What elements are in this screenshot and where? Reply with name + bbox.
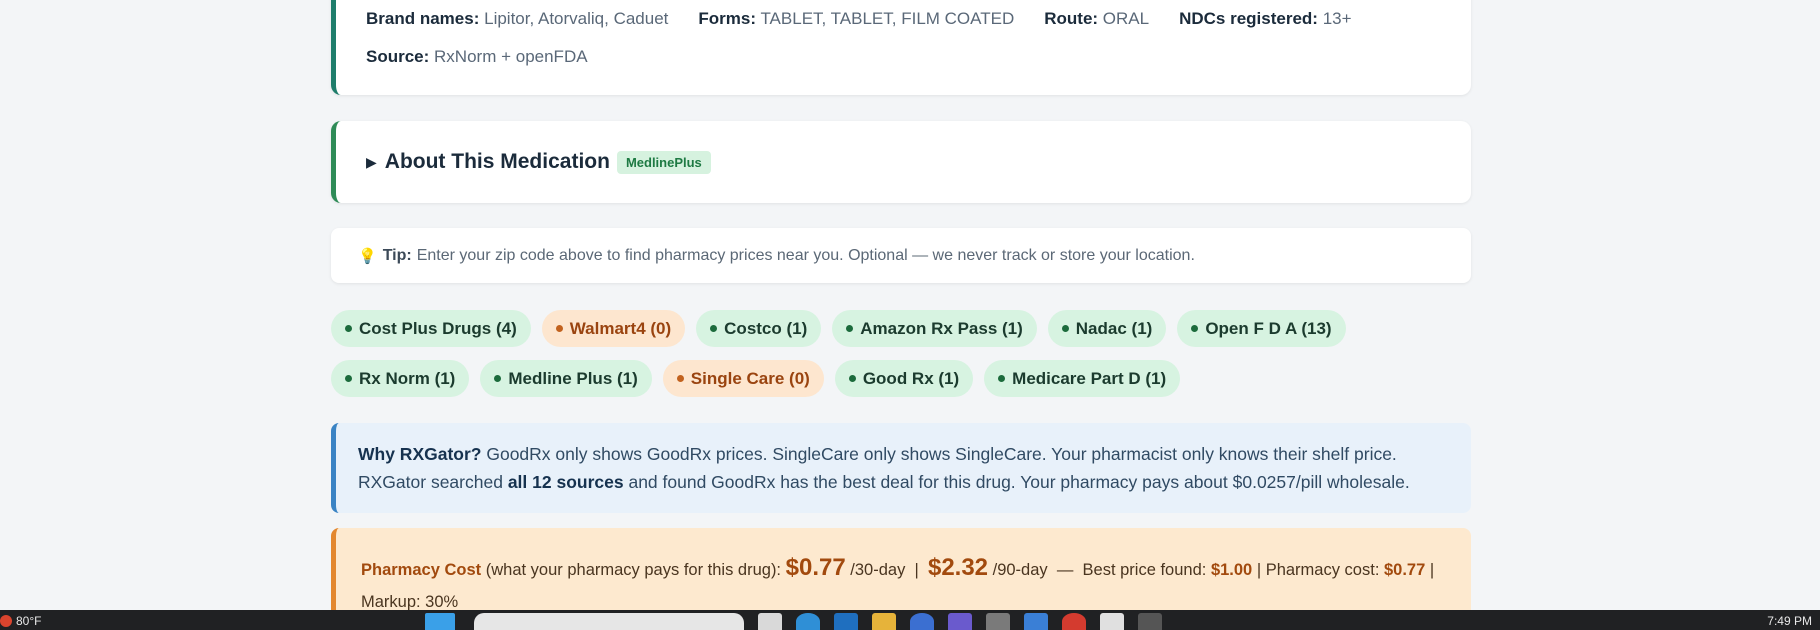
best-price-value: $1.00	[1210, 561, 1253, 579]
medlineplus-badge: MedlinePlus	[616, 150, 711, 174]
source-chips: Cost Plus Drugs (4) Walmart4 (0) Costco (1…	[331, 310, 1471, 397]
source-chip-label: Cost Plus Drugs (4)	[359, 318, 517, 338]
price-90-day: $2.32	[927, 554, 989, 581]
pharmacy-cost-label: Pharmacy Cost	[361, 561, 482, 579]
source-chip-label: Amazon Rx Pass (1)	[860, 318, 1023, 338]
about-medication-toggle[interactable]: ▶ About This Medication MedlinePlus	[331, 121, 1471, 203]
os-taskbar: 80°F 7:49 PM	[0, 610, 1820, 630]
source-chip[interactable]: Open F D A (13)	[1177, 310, 1346, 347]
file-explorer-icon[interactable]	[872, 613, 896, 630]
app-icon-2[interactable]	[1100, 613, 1124, 630]
price-separator: |	[914, 561, 919, 579]
source-chip[interactable]: Walmart4 (0)	[541, 310, 686, 347]
data-source: Source: RxNorm + openFDA	[366, 47, 588, 66]
status-dot-icon	[998, 375, 1006, 382]
pharmacy-cost-desc: (what your pharmacy pays for this drug):	[485, 561, 782, 579]
why-text-2: and found GoodRx has the best deal for t…	[628, 472, 1410, 492]
status-dot-icon	[1191, 325, 1199, 332]
chrome-icon[interactable]	[1062, 613, 1086, 630]
weather-widget[interactable]: 80°F	[0, 614, 41, 628]
per-90-day: /90-day	[992, 561, 1048, 579]
source-chip-label: Single Care (0)	[690, 368, 810, 388]
taskbar-search-box[interactable]	[474, 613, 744, 630]
about-title: About This Medication	[384, 150, 610, 173]
why-rxgator-card: Why RXGator? GoodRx only shows GoodRx pr…	[331, 423, 1471, 513]
source-chip-label: Medicare Part D (1)	[1012, 368, 1167, 388]
source-chip[interactable]: Costco (1)	[696, 310, 822, 347]
why-lead: Why RXGator?	[358, 444, 482, 464]
store-icon[interactable]	[834, 613, 858, 630]
edge-icon[interactable]	[796, 613, 820, 630]
cost-dash: —	[1056, 561, 1074, 579]
expand-triangle-icon: ▶	[366, 153, 377, 170]
windows-start-icon[interactable]	[425, 613, 455, 630]
source-chip-label: Rx Norm (1)	[359, 368, 456, 388]
source-chip[interactable]: Medline Plus (1)	[480, 360, 652, 397]
status-dot-icon	[555, 325, 563, 332]
pharmacy-cost-inline-label: | Pharmacy cost:	[1256, 561, 1380, 579]
why-sources-count: all 12 sources	[507, 472, 624, 492]
source-chip[interactable]: Good Rx (1)	[834, 360, 974, 397]
tip-label: Tip:	[382, 246, 412, 264]
source-chip-label: Walmart4 (0)	[569, 318, 672, 338]
task-view-icon[interactable]	[758, 613, 782, 630]
status-dot-icon	[848, 375, 856, 382]
temperature: 80°F	[16, 614, 42, 628]
status-dot-icon	[494, 375, 502, 382]
drug-info-card: Brand names: Lipitor, Atorvaliq, Caduet …	[331, 0, 1471, 95]
source-chip-label: Nadac (1)	[1075, 318, 1153, 338]
source-chip[interactable]: Single Care (0)	[662, 360, 824, 397]
price-30-day: $0.77	[785, 554, 846, 581]
lightbulb-icon: 💡	[358, 247, 377, 265]
source-chip[interactable]: Cost Plus Drugs (4)	[331, 310, 531, 347]
app-icon[interactable]	[986, 613, 1010, 630]
mail-icon[interactable]	[1024, 613, 1048, 630]
source-chip[interactable]: Amazon Rx Pass (1)	[832, 310, 1037, 347]
forms: Forms: TABLET, TABLET, FILM COATED	[698, 9, 1015, 28]
ndcs-registered: NDCs registered: 13+	[1179, 9, 1352, 28]
status-dot-icon	[345, 325, 352, 332]
brand-names: Brand names: Lipitor, Atorvaliq, Caduet	[366, 9, 669, 28]
app-icon-3[interactable]	[1138, 613, 1162, 630]
browser-icon[interactable]	[910, 613, 934, 630]
source-chip-label: Open F D A (13)	[1205, 318, 1332, 338]
teams-icon[interactable]	[948, 613, 972, 630]
per-30-day: /30-day	[850, 561, 906, 579]
source-chip[interactable]: Medicare Part D (1)	[984, 360, 1181, 397]
tip-banner: 💡 Tip: Enter your zip code above to find…	[331, 228, 1471, 283]
source-chip-label: Costco (1)	[724, 318, 808, 338]
source-chip-label: Medline Plus (1)	[508, 368, 638, 388]
weather-icon	[0, 615, 12, 627]
status-dot-icon	[710, 325, 718, 332]
status-dot-icon	[846, 325, 854, 332]
status-dot-icon	[1061, 325, 1069, 332]
source-chip[interactable]: Rx Norm (1)	[331, 360, 470, 397]
best-price-label: Best price found:	[1082, 561, 1207, 579]
pharmacy-cost-value: $0.77	[1384, 561, 1426, 579]
tip-text: Enter your zip code above to find pharma…	[416, 246, 1195, 264]
source-chip[interactable]: Nadac (1)	[1047, 310, 1167, 347]
source-chip-label: Good Rx (1)	[862, 368, 960, 388]
system-clock[interactable]: 7:49 PM	[1767, 614, 1812, 628]
route: Route: ORAL	[1044, 9, 1150, 28]
status-dot-icon	[345, 375, 352, 382]
status-dot-icon	[676, 375, 684, 382]
